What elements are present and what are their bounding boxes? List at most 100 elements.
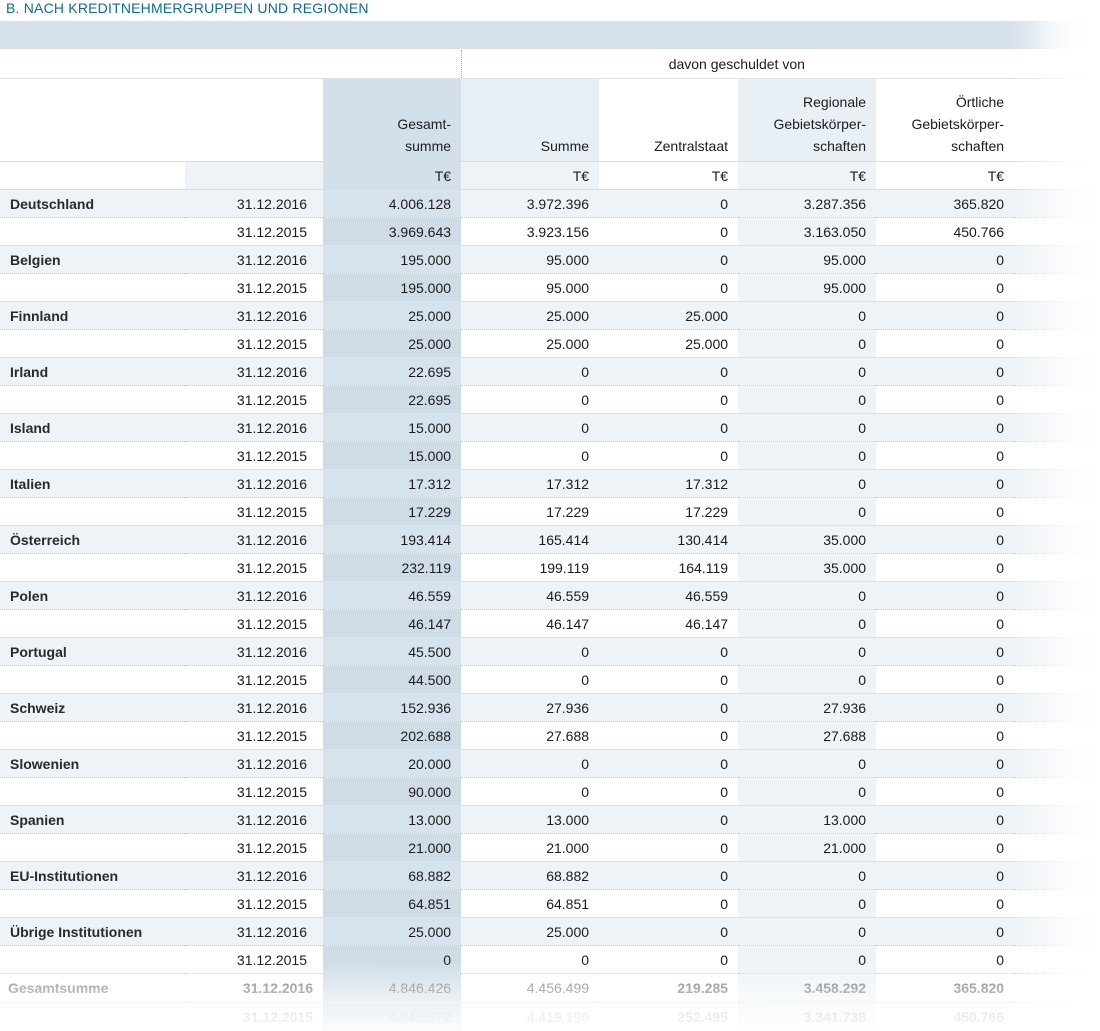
col-header-gesamtsumme: Gesamt- summe (323, 78, 462, 162)
unit-label: T€ (461, 161, 600, 190)
row-label (0, 833, 185, 862)
cell-regionale: 0 (738, 917, 877, 946)
cell-summe: 3.972.396 (461, 189, 600, 218)
row-pad (1014, 469, 1100, 498)
table-row: Deutschland 31.12.2016 4.006.128 3.972.396 0… (0, 189, 1100, 218)
row-pad (1014, 413, 1100, 442)
cell-regionale: 0 (738, 385, 877, 414)
cell-zentralstaat: 0 (599, 749, 739, 778)
table-row: 31.12.2015 202.688 27.688 0 27.688 0 (0, 721, 1100, 750)
cell-zentralstaat: 0 (599, 917, 739, 946)
cell-zentralstaat: 0 (599, 693, 739, 722)
cell-regionale: 0 (738, 665, 877, 694)
cell-oertliche: 0 (876, 413, 1015, 442)
cell-summe: 64.851 (461, 889, 600, 918)
row-pad (1014, 609, 1100, 638)
row-label: Schweiz (0, 693, 185, 722)
table-row: Slowenien 31.12.2016 20.000 0 0 0 0 (0, 749, 1100, 778)
cell-gesamtsumme: 152.936 (323, 693, 462, 722)
row-label (0, 665, 185, 694)
row-pad (1014, 497, 1100, 526)
cell-zentralstaat: 0 (599, 189, 739, 218)
table-row: Belgien 31.12.2016 195.000 95.000 0 95.000 0 (0, 245, 1100, 274)
cell-zentralstaat: 17.312 (599, 469, 739, 498)
cell-regionale: 0 (738, 441, 877, 470)
cell-regionale: 0 (738, 637, 877, 666)
table-row: 31.12.2015 46.147 46.147 46.147 0 0 (0, 609, 1100, 638)
cell-date: 31.12.2016 (185, 469, 323, 498)
cell-date: 31.12.2016 (185, 861, 323, 890)
row-label: Deutschland (0, 189, 185, 218)
cell-zentralstaat: 0 (599, 441, 739, 470)
cell-regionale: 0 (738, 581, 877, 610)
header-columns-row: Gesamt- summe Summe Zentralstaat Regiona… (0, 78, 1100, 162)
row-pad (1014, 917, 1100, 946)
row-label (0, 945, 185, 974)
credit-table: davon geschuldet von Gesamt- summe Summe… (0, 50, 1100, 1031)
table-row: Österreich 31.12.2016 193.414 165.414 130.41… (0, 525, 1100, 554)
cell-regionale: 35.000 (738, 525, 877, 554)
cell-zentralstaat: 0 (599, 945, 739, 974)
table-row: 31.12.2015 232.119 199.119 164.119 35.000 0 (0, 553, 1100, 582)
row-label: Österreich (0, 525, 185, 554)
row-pad (1014, 581, 1100, 610)
cell-date: 31.12.2015 (185, 665, 323, 694)
cell-zentralstaat: 0 (599, 889, 739, 918)
cell-summe: 0 (461, 777, 600, 806)
cell-date: 31.12.2016 (185, 245, 323, 274)
table-row: 31.12.2015 3.969.643 3.923.156 0 3.163.050 45… (0, 217, 1100, 246)
cell-zentralstaat: 25.000 (599, 329, 739, 358)
cell-oertliche: 0 (876, 889, 1015, 918)
cell-oertliche: 0 (876, 665, 1015, 694)
cell-date: 31.12.2015 (185, 385, 323, 414)
cell-summe: 0 (461, 945, 600, 974)
total-zentralstaat: 252.495 (599, 1002, 739, 1031)
cell-date: 31.12.2015 (185, 441, 323, 470)
total-summe: 4.419.190 (461, 1002, 600, 1031)
cell-gesamtsumme: 25.000 (323, 301, 462, 330)
header-band (0, 21, 1100, 49)
cell-oertliche: 0 (876, 833, 1015, 862)
row-label: Übrige Institutionen (0, 917, 185, 946)
cell-gesamtsumme: 202.688 (323, 721, 462, 750)
unit-label: T€ (876, 161, 1015, 190)
cell-gesamtsumme: 46.559 (323, 581, 462, 610)
row-pad (1014, 777, 1100, 806)
col-header-regionale: Regionale Gebietskörper- schaften (738, 78, 877, 162)
table-row: 31.12.2015 0 0 0 0 0 (0, 945, 1100, 974)
row-label (0, 721, 185, 750)
table-row: Übrige Institutionen 31.12.2016 25.000 25.0… (0, 917, 1100, 946)
cell-date: 31.12.2016 (185, 693, 323, 722)
cell-date: 31.12.2016 (185, 189, 323, 218)
row-label: Finnland (0, 301, 185, 330)
total-label (0, 1002, 185, 1031)
table-row: Finnland 31.12.2016 25.000 25.000 25.000 0 0 (0, 301, 1100, 330)
cell-summe: 13.000 (461, 805, 600, 834)
cell-gesamtsumme: 22.695 (323, 357, 462, 386)
cell-zentralstaat: 0 (599, 385, 739, 414)
cell-oertliche: 0 (876, 525, 1015, 554)
cell-summe: 0 (461, 385, 600, 414)
row-label (0, 217, 185, 246)
table-row: 31.12.2015 22.695 0 0 0 0 (0, 385, 1100, 414)
row-label (0, 441, 185, 470)
row-pad (1014, 861, 1100, 890)
cell-date: 31.12.2016 (185, 301, 323, 330)
row-label: Italien (0, 469, 185, 498)
cell-oertliche: 0 (876, 637, 1015, 666)
cell-summe: 0 (461, 637, 600, 666)
table-row: 31.12.2015 90.000 0 0 0 0 (0, 777, 1100, 806)
col-header-oertliche: Örtliche Gebietskörper- schaften (876, 78, 1015, 162)
row-pad (1014, 189, 1100, 218)
cell-regionale: 95.000 (738, 273, 877, 302)
cell-gesamtsumme: 90.000 (323, 777, 462, 806)
table-row: Island 31.12.2016 15.000 0 0 0 0 (0, 413, 1100, 442)
cell-summe: 17.229 (461, 497, 600, 526)
table-row: Schweiz 31.12.2016 152.936 27.936 0 27.936 0 (0, 693, 1100, 722)
cell-date: 31.12.2016 (185, 805, 323, 834)
table-row: 31.12.2015 44.500 0 0 0 0 (0, 665, 1100, 694)
row-pad (1014, 665, 1100, 694)
cell-oertliche: 0 (876, 917, 1015, 946)
table-body: Deutschland 31.12.2016 4.006.128 3.972.396 0… (0, 189, 1100, 1031)
cell-summe: 46.559 (461, 581, 600, 610)
